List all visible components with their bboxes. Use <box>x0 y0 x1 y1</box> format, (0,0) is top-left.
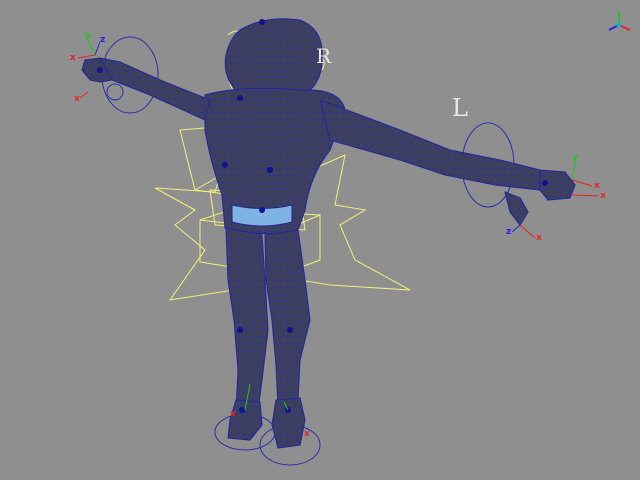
joint-chest-right <box>267 167 273 173</box>
axis-label-x: x <box>74 94 80 104</box>
right-boot <box>271 397 306 449</box>
joint-knee-right <box>287 327 293 333</box>
axis-label-x: x <box>304 429 310 439</box>
left-boot <box>227 399 263 441</box>
axis-label-x: x <box>70 53 76 63</box>
scene-canvas[interactable] <box>0 0 640 480</box>
joint-ankle-left <box>239 407 245 413</box>
right-leg <box>264 229 311 406</box>
axis-label-y: y <box>572 153 578 163</box>
joint-head <box>259 19 265 25</box>
axis-label-x: x <box>594 181 600 191</box>
view-cube-icon[interactable] <box>606 10 632 40</box>
joints[interactable] <box>97 19 548 413</box>
axis-label-y: y <box>85 31 91 41</box>
left-arm <box>91 57 211 121</box>
right-arm <box>319 99 541 191</box>
axis-label-x: x <box>600 191 606 201</box>
elbow-pole-ring <box>106 83 124 101</box>
axis-label-x: x <box>536 233 542 243</box>
joint-hip <box>259 207 265 213</box>
right-side-control-letter[interactable]: R <box>316 44 331 68</box>
joint-neck <box>237 95 243 101</box>
left-side-control-letter[interactable]: L <box>452 96 468 120</box>
right-thumb <box>504 191 529 226</box>
character-mesh[interactable] <box>81 18 576 449</box>
joint-wrist-left <box>97 67 103 73</box>
axis-label-z: z <box>506 227 512 237</box>
joint-chest-left <box>222 162 228 168</box>
3d-viewport[interactable]: L R y x z x y x x z x x x <box>0 0 640 480</box>
left-leg <box>225 227 269 413</box>
joint-knee-left <box>237 327 243 333</box>
axis-label-x: x <box>230 409 236 419</box>
joint-wrist-right <box>542 180 548 186</box>
axis-label-z: z <box>100 35 106 45</box>
